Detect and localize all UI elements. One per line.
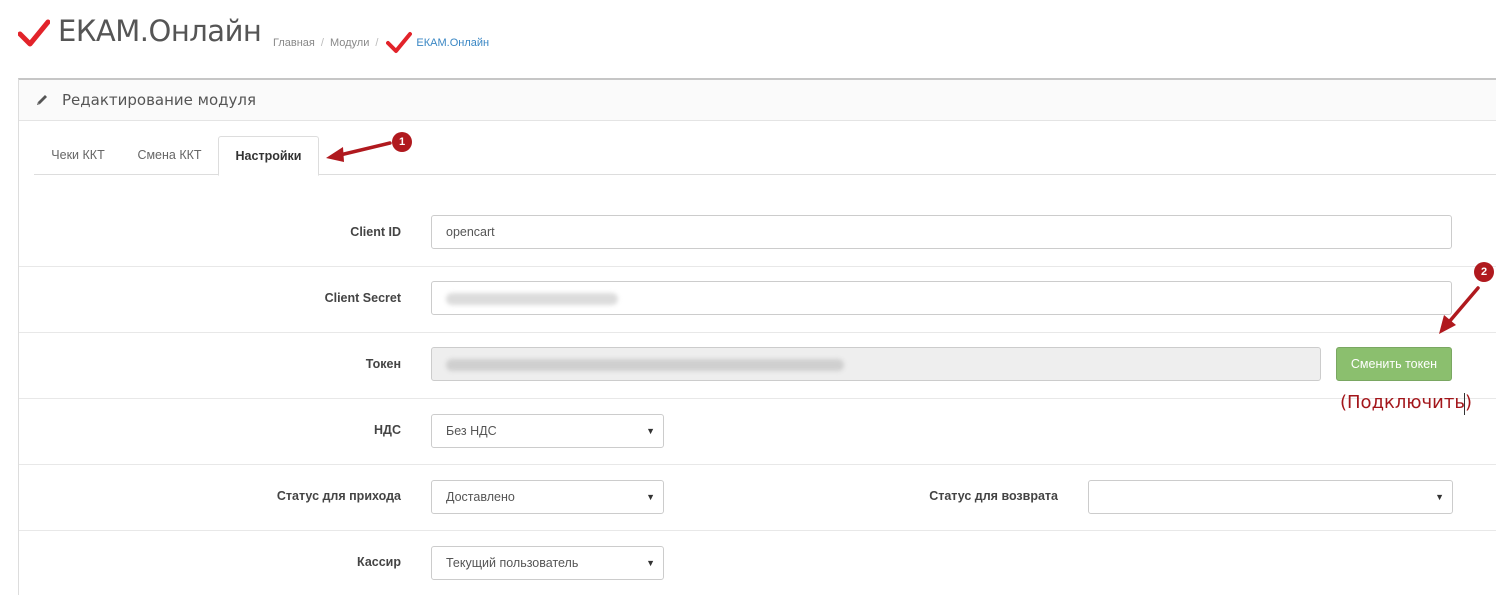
token-input[interactable] [431, 347, 1321, 381]
panel-heading: Редактирование модуля [19, 80, 1496, 121]
breadcrumb-current[interactable]: ЕКАМ.Онлайн [416, 37, 489, 49]
row-status: Статус для прихода Доставлено ▼ Статус д… [19, 464, 1496, 531]
page-title: ЕКАМ.Онлайн [58, 14, 262, 48]
client-id-input[interactable]: opencart [431, 215, 1452, 249]
panel-title: Редактирование модуля [62, 91, 257, 109]
caret-down-icon: ▼ [646, 558, 655, 568]
caret-down-icon: ▼ [646, 492, 655, 502]
annotation-badge-2: 2 [1474, 262, 1494, 282]
row-cashier: Кассир Текущий пользователь ▼ [19, 530, 1496, 596]
cashier-select[interactable]: Текущий пользователь ▼ [431, 546, 664, 580]
tabs: Чеки ККТ Смена ККТ Настройки [34, 136, 1496, 176]
blurred-token-value [446, 359, 844, 371]
tab-receipts[interactable]: Чеки ККТ [34, 136, 122, 174]
breadcrumb-separator: / [320, 37, 324, 49]
row-nds: НДС Без НДС ▼ [19, 398, 1496, 465]
row-client-secret: Client Secret [19, 266, 1496, 333]
status-income-label: Статус для прихода [276, 489, 401, 503]
text-cursor [1464, 393, 1465, 415]
breadcrumb-modules[interactable]: Модули [330, 37, 369, 49]
status-income-value: Доставлено [446, 490, 515, 504]
breadcrumb-separator: / [375, 37, 379, 49]
token-label: Токен [365, 357, 401, 371]
cashier-select-value: Текущий пользователь [446, 556, 579, 570]
status-income-select[interactable]: Доставлено ▼ [431, 480, 664, 514]
module-edit-panel: Редактирование модуля Чеки ККТ Смена ККТ… [18, 78, 1496, 595]
breadcrumb: Главная / Модули / ЕКАМ.Онлайн [273, 31, 489, 55]
row-client-id: Client ID opencart [19, 200, 1496, 267]
status-return-label: Статус для возврата [929, 489, 1058, 503]
caret-down-icon: ▼ [646, 426, 655, 436]
breadcrumb-home[interactable]: Главная [273, 37, 315, 49]
nds-select[interactable]: Без НДС ▼ [431, 414, 664, 448]
cashier-label: Кассир [357, 555, 401, 569]
annotation-badge-1: 1 [392, 132, 412, 152]
ekam-check-icon [386, 32, 413, 53]
annotation-note: (Подключить) [1340, 392, 1472, 413]
blurred-secret-value [446, 293, 618, 305]
caret-down-icon: ▼ [1435, 492, 1444, 502]
ekam-logo-check-icon [18, 19, 50, 47]
nds-label: НДС [374, 423, 401, 437]
status-return-select[interactable]: ▼ [1088, 480, 1453, 514]
row-token: Токен Сменить токен [19, 332, 1496, 399]
tab-shift[interactable]: Смена ККТ [122, 136, 217, 174]
client-id-label: Client ID [350, 225, 401, 239]
tab-settings[interactable]: Настройки [218, 136, 319, 176]
pencil-icon [37, 95, 47, 105]
change-token-button[interactable]: Сменить токен [1336, 347, 1452, 381]
client-secret-label: Client Secret [324, 291, 401, 305]
nds-select-value: Без НДС [446, 424, 497, 438]
client-secret-input[interactable] [431, 281, 1452, 315]
